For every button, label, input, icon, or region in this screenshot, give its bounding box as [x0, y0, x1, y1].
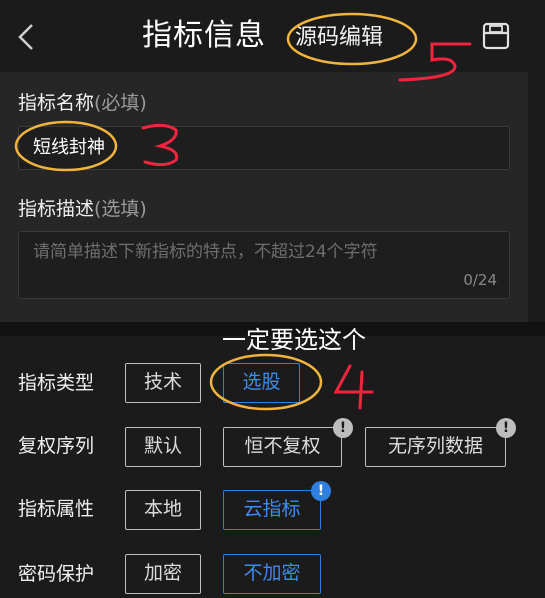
- info-badge-icon[interactable]: !: [311, 481, 331, 501]
- pwd-option-encrypt[interactable]: 加密: [125, 554, 201, 594]
- indicator-type-label: 指标类型: [18, 372, 95, 394]
- attr-option-cloud[interactable]: 云指标: [223, 490, 321, 530]
- attr-option-local[interactable]: 本地: [125, 490, 201, 530]
- rights-option-no-adjust[interactable]: 恒不复权: [223, 427, 342, 467]
- rights-option-default[interactable]: 默认: [125, 427, 201, 467]
- rights-option-no-sequence[interactable]: 无序列数据: [365, 427, 506, 467]
- info-badge-icon[interactable]: !: [333, 418, 353, 438]
- source-edit-button[interactable]: 源码编辑: [295, 22, 383, 54]
- type-option-stock-pick[interactable]: 选股: [223, 363, 300, 403]
- indicator-attribute-label: 指标属性: [18, 498, 95, 520]
- name-label: 指标名称(必填): [18, 92, 147, 114]
- description-label: 指标描述(选填): [18, 198, 147, 220]
- password-protection-label: 密码保护: [18, 563, 95, 585]
- name-value: 短线封神: [33, 137, 105, 158]
- header-bar: 指标信息 源码编辑: [0, 0, 545, 72]
- annotation-note: 一定要选这个: [222, 326, 366, 354]
- name-field[interactable]: 短线封神: [18, 126, 510, 170]
- description-placeholder: 请简单描述下新指标的特点，不超过24个字符: [33, 242, 378, 262]
- save-icon[interactable]: [482, 22, 510, 50]
- rights-sequence-label: 复权序列: [18, 435, 95, 457]
- info-badge-icon[interactable]: !: [496, 418, 516, 438]
- page-title: 指标信息: [142, 18, 266, 53]
- description-field[interactable]: 请简单描述下新指标的特点，不超过24个字符 0/24: [18, 231, 510, 299]
- pwd-option-no-encrypt[interactable]: 不加密: [223, 554, 321, 594]
- description-char-count: 0/24: [463, 271, 497, 289]
- type-option-technical[interactable]: 技术: [125, 363, 201, 403]
- chevron-left-icon[interactable]: [14, 22, 38, 52]
- annotation-stroke: [333, 364, 374, 410]
